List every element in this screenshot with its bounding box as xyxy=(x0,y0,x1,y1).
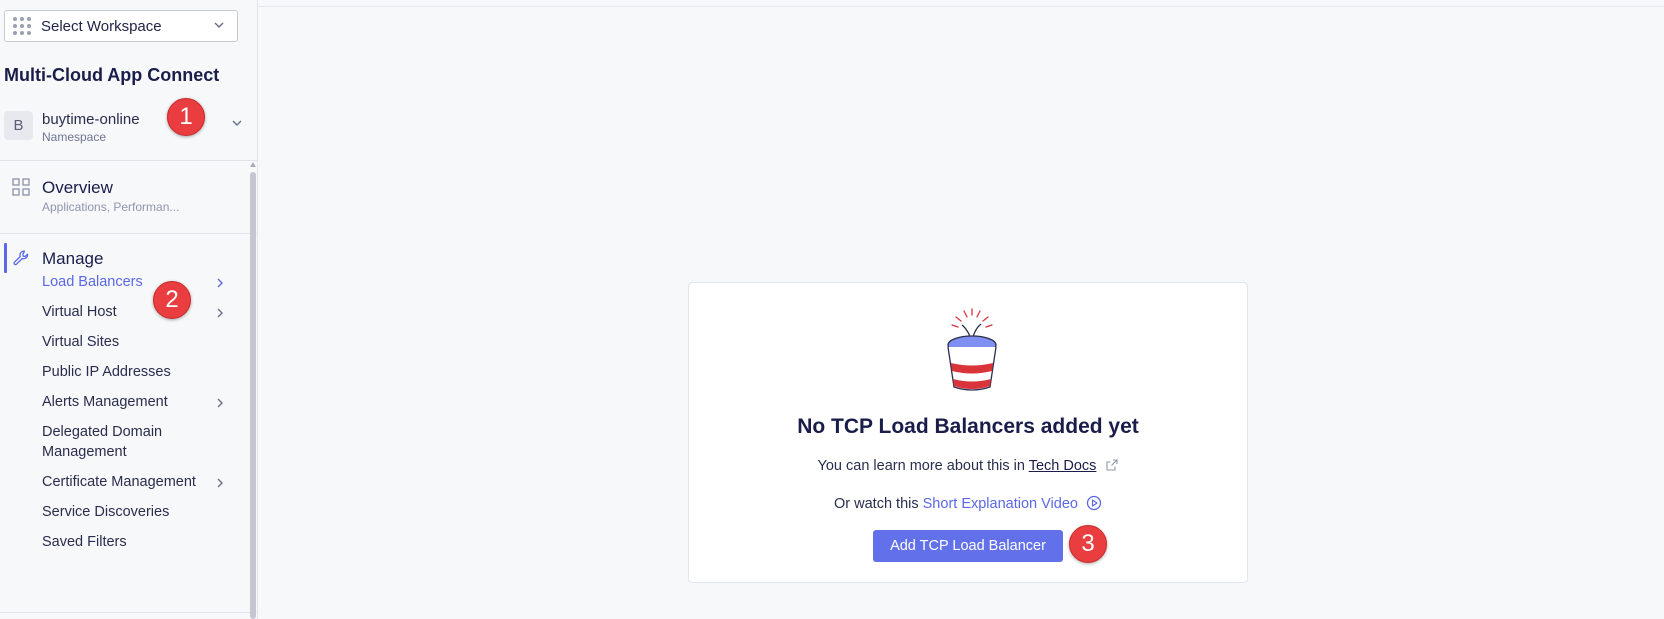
overview-subtitle: Applications, Performan... xyxy=(42,200,180,214)
divider xyxy=(0,612,258,613)
sidebar-item-saved-filters[interactable]: Saved Filters xyxy=(42,532,127,552)
sidebar-item-virtual-sites[interactable]: Virtual Sites xyxy=(42,332,119,352)
learn-more-text: You can learn more about this in Tech Do… xyxy=(689,458,1247,474)
sidebar-item-delegated-domain-management[interactable]: Delegated Domain Management xyxy=(42,422,162,462)
sidebar-item-alerts-management[interactable]: Alerts Management xyxy=(42,392,168,412)
namespace-label: Namespace xyxy=(42,130,107,144)
chevron-right-icon xyxy=(217,278,223,288)
grid-icon xyxy=(12,178,30,196)
chevron-right-icon xyxy=(217,478,223,488)
overview-title: Overview xyxy=(42,178,113,197)
add-tcp-load-balancer-button[interactable]: Add TCP Load Balancer xyxy=(873,530,1063,562)
nav-label-line1: Delegated Domain xyxy=(42,424,163,440)
sidebar-item-overview[interactable]: Overview Applications, Performan... xyxy=(0,161,258,233)
workspace-select[interactable]: Select Workspace xyxy=(4,10,238,42)
chevron-right-icon xyxy=(217,398,223,408)
namespace-name: buytime-online xyxy=(42,111,140,128)
chevron-right-icon xyxy=(217,308,223,318)
empty-state-card: No TCP Load Balancers added yet You can … xyxy=(688,282,1248,583)
sidebar-item-load-balancers[interactable]: Load Balancers xyxy=(42,272,143,292)
scroll-up-arrow[interactable] xyxy=(250,162,256,167)
external-link-icon xyxy=(1106,459,1119,471)
sidebar-item-service-discoveries[interactable]: Service Discoveries xyxy=(42,502,169,522)
short-explanation-video-link[interactable]: Short Explanation Video xyxy=(923,496,1078,512)
sidebar-item-virtual-host[interactable]: Virtual Host xyxy=(42,302,117,322)
apps-grid-icon xyxy=(13,17,31,35)
learn-prefix: You can learn more about this in xyxy=(817,458,1025,474)
manage-label: Manage xyxy=(42,249,104,268)
annotation-badge-2: 2 xyxy=(153,281,191,319)
app-title: Multi-Cloud App Connect xyxy=(4,65,220,85)
sidebar-item-certificate-management[interactable]: Certificate Management xyxy=(42,472,196,492)
nav-label-line2: Management xyxy=(42,444,127,460)
watch-prefix: Or watch this xyxy=(834,496,919,512)
chevron-down-icon xyxy=(214,22,224,29)
header-divider xyxy=(258,6,1664,7)
active-indicator xyxy=(4,243,7,273)
chevron-down-icon xyxy=(232,120,242,126)
tech-docs-link[interactable]: Tech Docs xyxy=(1029,458,1097,474)
scrollbar-thumb[interactable] xyxy=(250,172,256,619)
empty-state-title: No TCP Load Balancers added yet xyxy=(797,415,1139,438)
sidebar-item-public-ip-addresses[interactable]: Public IP Addresses xyxy=(42,362,171,382)
play-circle-icon[interactable] xyxy=(1086,495,1102,511)
sidebar: Select Workspace Multi-Cloud App Connect… xyxy=(0,0,258,619)
plant-pot-illustration xyxy=(947,308,997,391)
namespace-avatar: B xyxy=(4,111,33,140)
annotation-badge-1: 1 xyxy=(167,98,205,136)
wrench-icon xyxy=(13,250,29,266)
annotation-badge-3: 3 xyxy=(1069,525,1107,563)
workspace-select-label: Select Workspace xyxy=(41,17,162,35)
namespace-selector[interactable]: B buytime-online Namespace xyxy=(0,100,258,160)
divider xyxy=(0,233,258,234)
watch-video-text: Or watch this Short Explanation Video xyxy=(689,495,1247,512)
